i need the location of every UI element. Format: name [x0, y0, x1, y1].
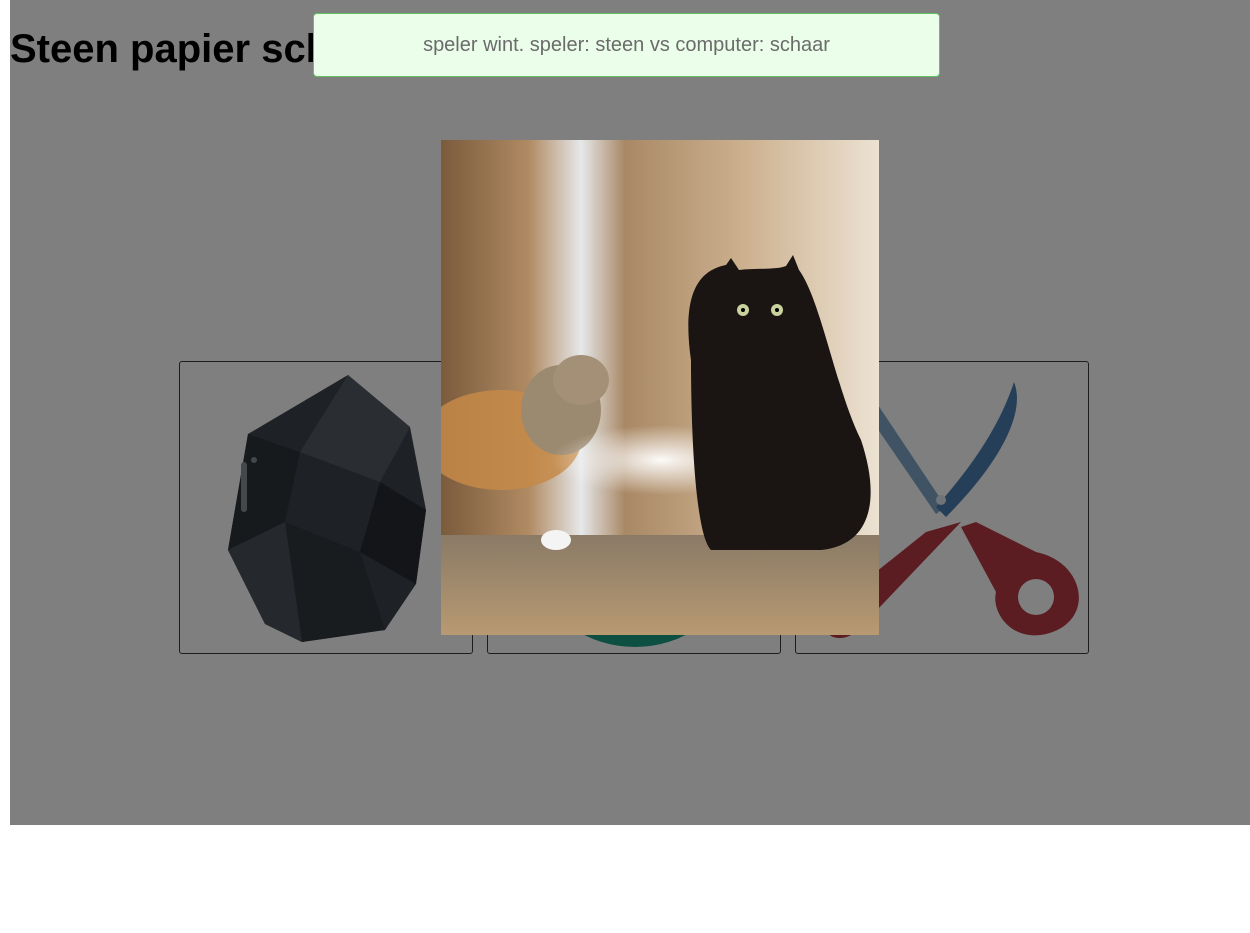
- result-message: speler wint. speler: steen vs computer: …: [423, 33, 830, 56]
- result-toast: speler wint. speler: steen vs computer: …: [313, 13, 940, 77]
- cat-photo: [441, 140, 879, 635]
